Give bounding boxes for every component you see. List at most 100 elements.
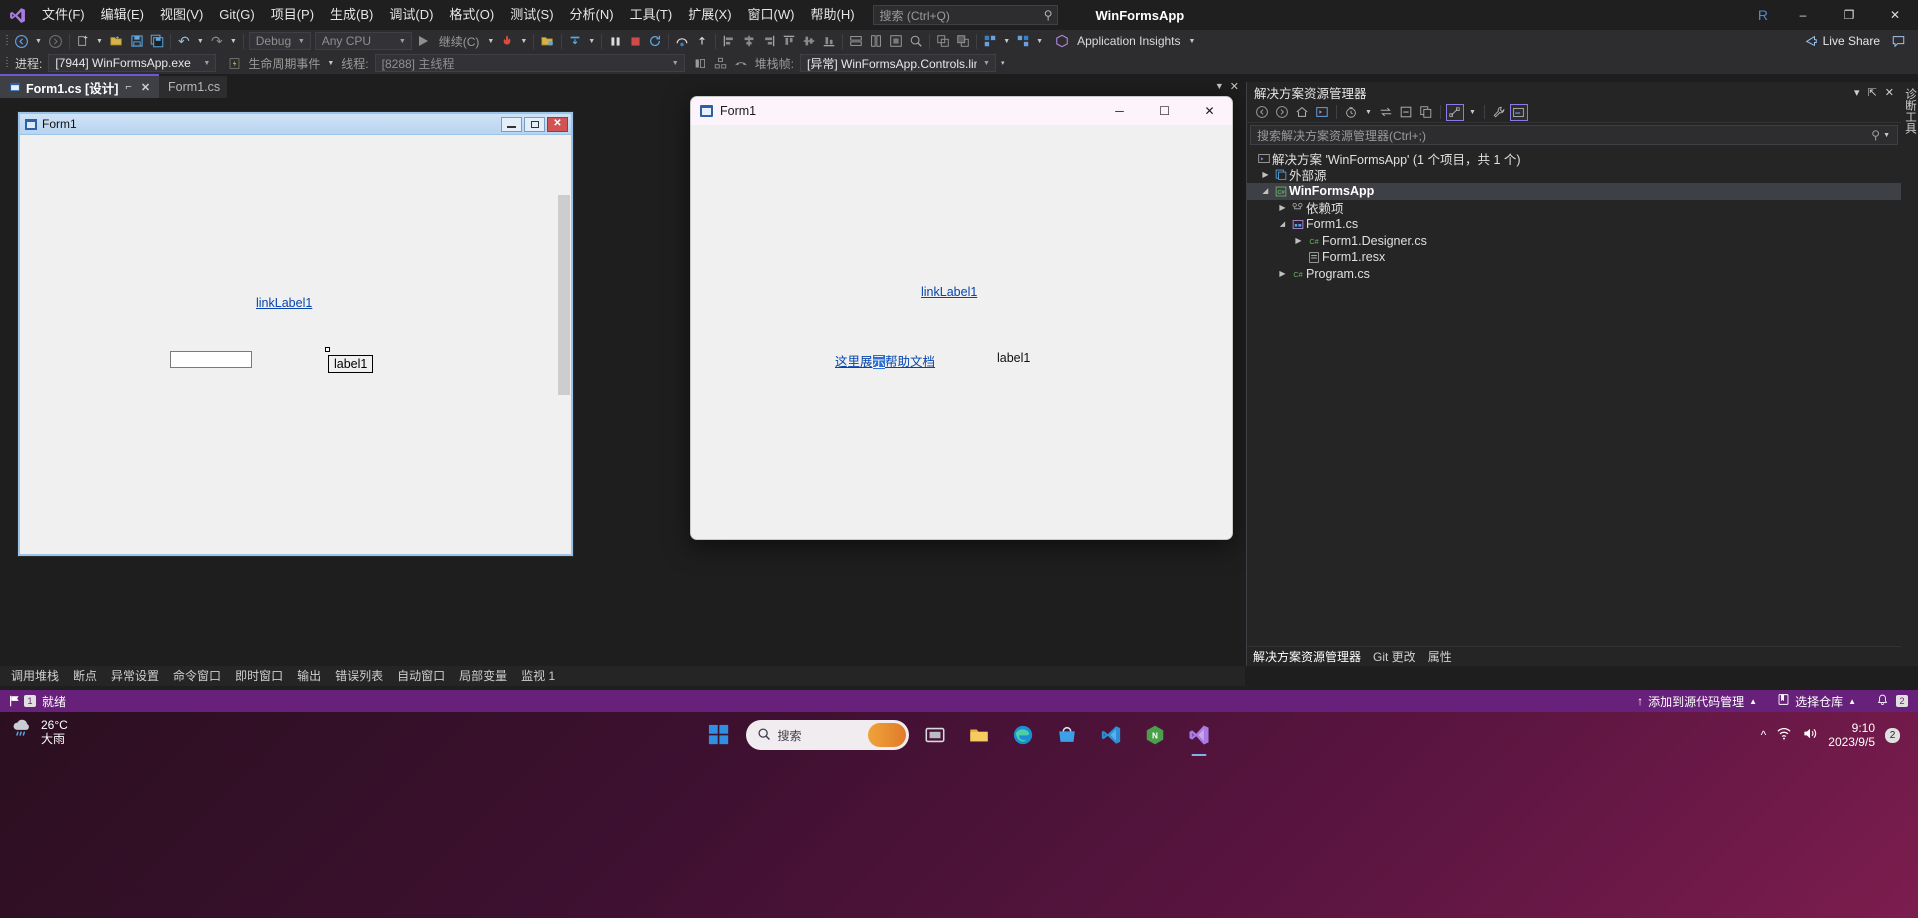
running-form-minimize[interactable]: ─: [1097, 97, 1142, 125]
menu-project[interactable]: 项目(P): [263, 0, 322, 30]
pending-changes-dropdown-icon[interactable]: ▼: [1362, 109, 1375, 116]
redo-icon[interactable]: ↷: [207, 31, 227, 51]
tree-node-external-sources[interactable]: ▶ 外部源: [1247, 167, 1901, 183]
menu-extensions[interactable]: 扩展(X): [680, 0, 739, 30]
lifecycle-events-icon[interactable]: [224, 53, 244, 73]
close-button[interactable]: ✕: [1872, 0, 1918, 30]
forward-arrow-icon[interactable]: [1273, 104, 1291, 121]
new-project-dropdown-icon[interactable]: ▼: [93, 38, 106, 45]
menu-file[interactable]: 文件(F): [34, 0, 93, 30]
nodejs-icon[interactable]: N: [1138, 718, 1173, 753]
footer-tab-solution-explorer[interactable]: 解决方案资源管理器: [1253, 648, 1361, 665]
tree-node-solution[interactable]: 解决方案 'WinFormsApp' (1 个项目，共 1 个): [1247, 150, 1901, 167]
select-repository-item[interactable]: 选择仓库 ▲: [1767, 690, 1866, 712]
align-bottoms-icon[interactable]: [819, 31, 839, 51]
tab-breakpoints[interactable]: 断点: [66, 666, 104, 686]
application-insights-icon[interactable]: [1052, 31, 1072, 51]
debug-toolbar-grip[interactable]: [4, 55, 11, 71]
stackframe-overflow-icon[interactable]: ▾: [998, 59, 1008, 67]
running-linklabel1[interactable]: linkLabel1: [921, 285, 977, 299]
sync-with-active-document-icon[interactable]: [1377, 104, 1395, 121]
undo-dropdown-icon[interactable]: ▼: [194, 38, 207, 45]
tab-watch-1[interactable]: 监视 1: [514, 666, 562, 686]
save-icon[interactable]: [127, 31, 147, 51]
menu-view[interactable]: 视图(V): [152, 0, 211, 30]
new-project-icon[interactable]: [73, 31, 93, 51]
tab-call-stack[interactable]: 调用堆栈: [4, 666, 66, 686]
file-explorer-icon[interactable]: [962, 718, 997, 753]
navigate-backward-icon[interactable]: [11, 31, 32, 51]
menu-edit[interactable]: 编辑(E): [93, 0, 152, 30]
microsoft-store-icon[interactable]: [1050, 718, 1085, 753]
navigate-forward-icon[interactable]: [45, 31, 66, 51]
size-to-grid-icon[interactable]: [906, 31, 926, 51]
window-menu-chevron-icon[interactable]: ▾: [1854, 86, 1860, 99]
show-threads-in-source-icon[interactable]: [691, 53, 711, 73]
tab-autos[interactable]: 自动窗口: [390, 666, 452, 686]
thread-combo[interactable]: [8288] 主线程 ▼: [374, 54, 685, 72]
visual-studio-taskbar-icon[interactable]: [1182, 718, 1217, 753]
tab-form1-designer[interactable]: Form1.cs [设计] ⌐ ✕: [0, 74, 160, 98]
stackframe-combo[interactable]: [异常] WinFormsApp.Controls.linkLabe ▼: [799, 54, 996, 72]
menu-format[interactable]: 格式(O): [441, 0, 502, 30]
menu-help[interactable]: 帮助(H): [802, 0, 862, 30]
tab-output[interactable]: 输出: [290, 666, 328, 686]
home-icon[interactable]: [1293, 104, 1311, 121]
close-panel-icon[interactable]: ✕: [1885, 86, 1894, 99]
design-maximize-button[interactable]: [524, 116, 545, 132]
start-debug-icon[interactable]: [414, 31, 434, 51]
continue-button[interactable]: 继续(C): [434, 31, 485, 51]
close-group-icon[interactable]: ✕: [1230, 80, 1239, 93]
show-all-files-icon[interactable]: [1417, 104, 1435, 121]
step-over-icon[interactable]: [672, 31, 692, 51]
tree-node-form1-designer-cs[interactable]: ▶ C# Form1.Designer.cs: [1247, 233, 1901, 250]
redo-dropdown-icon[interactable]: ▼: [227, 38, 240, 45]
open-folder-icon[interactable]: [537, 31, 558, 51]
tab-order-icon[interactable]: [980, 31, 1000, 51]
tab-immediate-window[interactable]: 即时窗口: [228, 666, 290, 686]
make-same-width-icon[interactable]: [846, 31, 866, 51]
save-all-icon[interactable]: [147, 31, 167, 51]
menu-build[interactable]: 生成(B): [322, 0, 381, 30]
running-form-maximize[interactable]: ☐: [1142, 97, 1187, 125]
tray-network-icon[interactable]: [1776, 726, 1792, 744]
vscode-icon[interactable]: [1094, 718, 1129, 753]
solution-platform-combo[interactable]: Any CPU ▼: [314, 32, 412, 50]
close-tab-icon[interactable]: ✕: [139, 81, 152, 94]
pending-changes-icon[interactable]: [1342, 104, 1360, 121]
align-lefts-icon[interactable]: [719, 31, 739, 51]
restore-button[interactable]: ❐: [1826, 0, 1872, 30]
designer-scrollbar-thumb[interactable]: [558, 195, 570, 395]
solution-configuration-combo[interactable]: Debug ▼: [248, 32, 311, 50]
live-share-icon[interactable]: [1801, 31, 1821, 51]
designer-vertical-scrollbar[interactable]: [557, 135, 571, 554]
tab-error-list[interactable]: 错误列表: [328, 666, 390, 686]
running-form-titlebar[interactable]: Form1 ─ ☐ ✕: [691, 97, 1232, 125]
solution-explorer-search-input[interactable]: 搜索解决方案资源管理器(Ctrl+;) ⚲ ▼: [1250, 125, 1898, 145]
lock-controls-dropdown-icon[interactable]: ▼: [1033, 38, 1046, 45]
solution-explorer-tree[interactable]: 解决方案 'WinFormsApp' (1 个项目，共 1 个) ▶ 外部源 ◢…: [1247, 147, 1901, 282]
task-view-icon[interactable]: [918, 718, 953, 753]
tree-node-winformsapp[interactable]: ◢ C# WinFormsApp: [1247, 183, 1901, 200]
taskbar-clock[interactable]: 9:10 2023/9/5: [1828, 721, 1875, 749]
edge-icon[interactable]: [1006, 718, 1041, 753]
running-form1-window[interactable]: Form1 ─ ☐ ✕ linkLabel1 这里展示帮助文档 label1: [690, 96, 1233, 540]
process-combo[interactable]: [7944] WinFormsApp.exe ▼: [48, 54, 217, 72]
menu-test[interactable]: 测试(S): [502, 0, 561, 30]
tray-volume-icon[interactable]: [1802, 726, 1818, 744]
menu-tools[interactable]: 工具(T): [622, 0, 681, 30]
running-form-close[interactable]: ✕: [1187, 97, 1232, 125]
design-textbox1[interactable]: [170, 351, 252, 368]
step-into-dropdown-icon[interactable]: ▼: [585, 38, 598, 45]
menu-window[interactable]: 窗口(W): [740, 0, 803, 30]
tab-exception-settings[interactable]: 异常设置: [104, 666, 166, 686]
notification-center-badge[interactable]: 2: [1885, 727, 1900, 743]
pin-tab-icon[interactable]: ⌐: [123, 81, 133, 93]
wrench-icon[interactable]: [1490, 104, 1508, 121]
break-all-icon[interactable]: [605, 31, 625, 51]
toolbar-grip[interactable]: [4, 33, 11, 49]
continue-dropdown-icon[interactable]: ▼: [484, 38, 497, 45]
add-to-source-control-item[interactable]: ↑ 添加到源代码管理 ▲: [1627, 690, 1767, 712]
align-rights-icon[interactable]: [759, 31, 779, 51]
design-label1-handle[interactable]: [325, 347, 330, 352]
